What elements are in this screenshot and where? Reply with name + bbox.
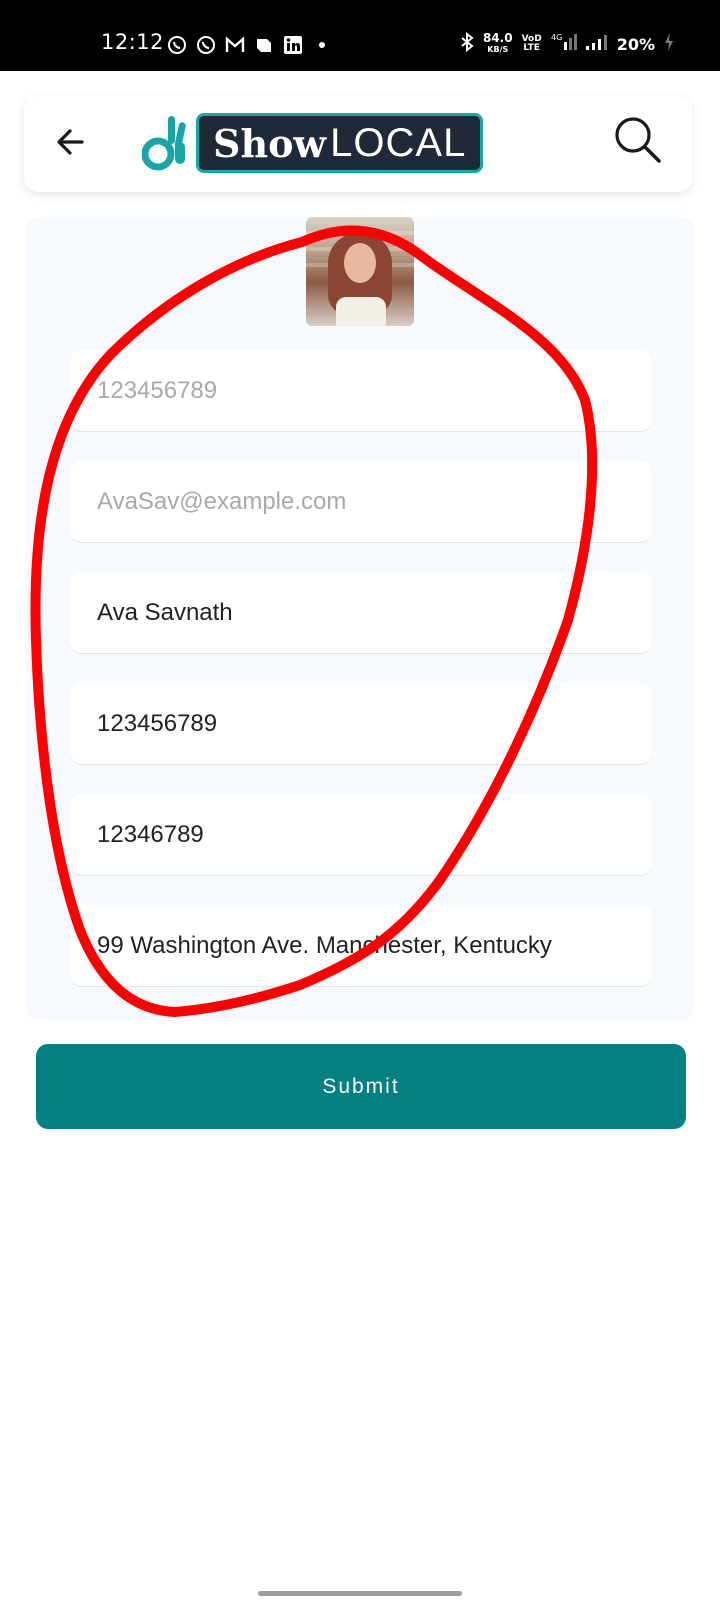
arrow-left-icon [57, 129, 84, 155]
more-notifications-dot-icon [311, 34, 333, 56]
notification-icons [166, 34, 333, 56]
profile-photo[interactable] [306, 217, 414, 326]
whatsapp-business-icon [195, 34, 217, 56]
back-button[interactable] [52, 122, 92, 162]
svg-text:4G: 4G [551, 33, 562, 42]
showlocal-logo: Show LOCAL [142, 112, 484, 174]
chat-icon [253, 34, 275, 56]
search-button[interactable] [612, 114, 664, 166]
search-icon [615, 117, 661, 163]
email-input[interactable]: AvaSav@example.com [70, 461, 652, 543]
status-time: 12:12 [101, 30, 165, 54]
submit-button[interactable]: Submit [36, 1044, 686, 1129]
logo-text-local: LOCAL [330, 120, 467, 165]
whatsapp-icon [166, 34, 188, 56]
status-indicators: 84.0 KB/S VoD LTE 4G 20% [460, 31, 674, 56]
logo-hand-icon [142, 116, 186, 171]
alternate-phone-input[interactable]: 12346789 [70, 794, 652, 876]
home-indicator[interactable] [258, 1591, 462, 1596]
bluetooth-icon [460, 31, 474, 56]
charging-icon [664, 33, 674, 55]
battery-percentage: 20% [616, 34, 655, 54]
network-speed: 84.0 KB/S [482, 31, 513, 54]
signal-4g-icon: 4G [551, 32, 577, 56]
linkedin-icon [282, 34, 304, 56]
app-header: Show LOCAL [24, 96, 692, 192]
phone-input[interactable]: 123456789 [70, 683, 652, 765]
signal-strength-icon [585, 32, 608, 56]
name-input[interactable]: Ava Savnath [70, 572, 652, 654]
address-input[interactable]: 99 Washington Ave. Manchester, Kentucky [70, 905, 652, 987]
logo-wordmark: Show LOCAL [196, 113, 484, 173]
gmail-icon [224, 34, 246, 56]
profile-form: 123456789 AvaSav@example.com Ava Savnath… [26, 217, 694, 1021]
logo-text-show: Show [213, 120, 327, 166]
volte-indicator: VoD LTE [521, 34, 542, 53]
status-bar: 12:12 84.0 KB/S VoD LTE 4G 20% [0, 0, 720, 71]
field-1-input[interactable]: 123456789 [70, 350, 652, 432]
